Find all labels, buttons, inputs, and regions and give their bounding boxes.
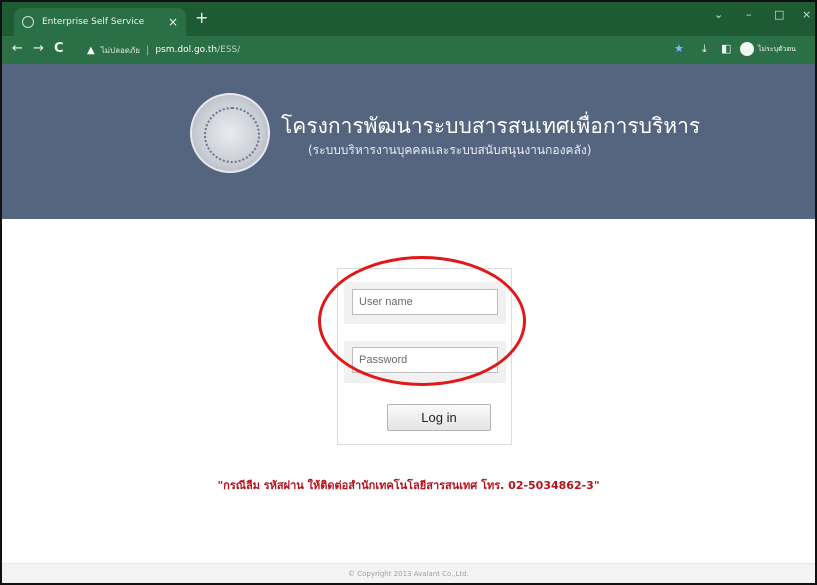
profile-label: ไม่ระบุตัวตน (758, 44, 796, 53)
header-banner: โครงการพัฒนาระบบสารสนเทศเพื่อการบริหาร (… (2, 64, 815, 219)
maximize-icon[interactable]: □ (774, 8, 784, 21)
download-icon[interactable]: ⤓ (702, 42, 707, 56)
side-panel-icon[interactable]: ◧ (721, 42, 731, 55)
tab-enterprise-self-service[interactable]: Enterprise Self Service × (14, 8, 186, 36)
chevron-down-icon[interactable]: ⌄ (714, 8, 723, 21)
back-arrow-icon[interactable]: ← (12, 42, 23, 56)
url-host[interactable]: psm.dol.go.th (155, 45, 217, 55)
page-subtitle: (ระบบบริหารงานบุคคลและระบบสนับสนุนงานกอง… (308, 143, 592, 157)
close-window-icon[interactable]: × (802, 8, 811, 21)
highlight-ellipse (318, 256, 526, 386)
globe-icon (22, 16, 34, 28)
browser-window: Enterprise Self Service × + ⌄ – □ × ← → … (0, 0, 817, 585)
tab-strip: Enterprise Self Service × + ⌄ – □ × (2, 2, 815, 36)
not-secure-label[interactable]: ไม่ปลอดภัย (101, 44, 140, 57)
warning-icon[interactable]: ▲ (87, 45, 95, 56)
department-seal-logo (190, 93, 270, 173)
tab-title: Enterprise Self Service (42, 17, 145, 27)
minimize-icon[interactable]: – (746, 8, 752, 21)
browser-toolbar: ← → C ▲ ไม่ปลอดภัย | psm.dol.go.th/ESS/ … (2, 36, 815, 64)
address-separator: | (145, 44, 150, 56)
reload-icon[interactable]: C (54, 42, 64, 56)
forward-arrow-icon[interactable]: → (33, 42, 44, 56)
address-bar[interactable]: ▲ ไม่ปลอดภัย | psm.dol.go.th/ESS/ (87, 41, 587, 59)
bookmark-star-icon[interactable]: ★ (674, 42, 684, 55)
incognito-icon (740, 42, 754, 56)
login-button[interactable]: Log in (387, 404, 491, 431)
forgot-password-notice: "กรณีลืม รหัสผ่าน ให้ติดต่อสำนักเทคโนโลย… (217, 479, 600, 492)
url-path[interactable]: /ESS/ (217, 45, 240, 55)
page-title: โครงการพัฒนาระบบสารสนเทศเพื่อการบริหาร (281, 114, 701, 138)
copyright-footer: © Copyright 2013 Avalant Co.,Ltd. (2, 563, 815, 583)
close-tab-icon[interactable]: × (168, 15, 178, 29)
incognito-profile[interactable]: ไม่ระบุตัวตน (740, 42, 796, 56)
new-tab-icon[interactable]: + (195, 10, 208, 26)
